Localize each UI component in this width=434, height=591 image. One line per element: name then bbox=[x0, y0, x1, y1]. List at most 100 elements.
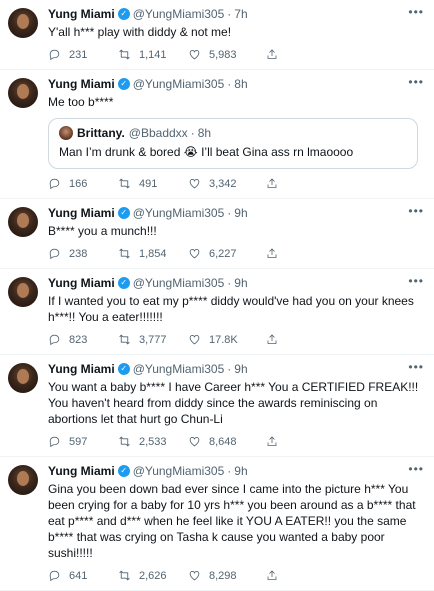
more-options-icon[interactable]: ••• bbox=[408, 6, 424, 18]
tweet-time[interactable]: 9h bbox=[234, 205, 247, 221]
reply-button[interactable]: 597 bbox=[48, 435, 118, 448]
tweet-header: Yung Miami ✓ @YungMiami305 · 9h bbox=[48, 361, 424, 377]
like-count: 8,648 bbox=[209, 435, 237, 448]
retweet-icon bbox=[119, 334, 130, 345]
reply-button[interactable]: 823 bbox=[48, 333, 118, 346]
retweet-icon bbox=[119, 178, 130, 189]
retweet-button[interactable]: 1,141 bbox=[118, 48, 188, 61]
like-button[interactable]: 8,298 bbox=[188, 569, 258, 582]
author-handle[interactable]: @YungMiami305 bbox=[133, 205, 225, 221]
verified-badge-icon: ✓ bbox=[117, 277, 130, 289]
share-icon bbox=[267, 334, 277, 344]
tweet-actions: 823 3,777 17.8K bbox=[48, 333, 348, 346]
tweet[interactable]: Yung Miami ✓ @YungMiami305 · 9h Gina you… bbox=[0, 457, 434, 591]
avatar[interactable] bbox=[8, 277, 38, 307]
like-button[interactable]: 8,648 bbox=[188, 435, 258, 448]
author-handle[interactable]: @YungMiami305 bbox=[133, 463, 225, 479]
author-handle[interactable]: @YungMiami305 bbox=[133, 361, 225, 377]
share-button[interactable] bbox=[266, 247, 286, 260]
separator-dot: · bbox=[190, 126, 195, 140]
retweet-count: 3,777 bbox=[139, 333, 167, 346]
tweet[interactable]: Yung Miami ✓ @YungMiami305 · 9h B**** yo… bbox=[0, 199, 434, 269]
tweet-text: Me too b**** bbox=[48, 95, 114, 109]
share-button[interactable] bbox=[266, 177, 286, 190]
author-name[interactable]: Yung Miami bbox=[48, 205, 115, 221]
reply-icon bbox=[49, 178, 60, 190]
tweet-content: Yung Miami ✓ @YungMiami305 · 8h Me too b… bbox=[48, 76, 424, 192]
retweet-button[interactable]: 1,854 bbox=[118, 247, 188, 260]
reply-button[interactable]: 641 bbox=[48, 569, 118, 582]
like-icon bbox=[189, 571, 200, 581]
like-icon bbox=[189, 335, 200, 345]
reply-icon bbox=[49, 248, 60, 260]
tweet-content: Yung Miami ✓ @YungMiami305 · 9h B**** yo… bbox=[48, 205, 424, 262]
tweet-text: B**** you a munch!!! bbox=[48, 224, 157, 238]
like-button[interactable]: 3,342 bbox=[188, 177, 258, 190]
avatar[interactable] bbox=[8, 8, 38, 38]
author-handle[interactable]: @YungMiami305 bbox=[133, 275, 225, 291]
author-name[interactable]: Yung Miami bbox=[48, 6, 115, 22]
reply-button[interactable]: 238 bbox=[48, 247, 118, 260]
tweet-time[interactable]: 8h bbox=[234, 76, 247, 92]
separator-dot: · bbox=[227, 77, 232, 91]
more-options-icon[interactable]: ••• bbox=[408, 361, 424, 373]
author-name[interactable]: Yung Miami bbox=[48, 361, 115, 377]
tweet[interactable]: Yung Miami ✓ @YungMiami305 · 7h Y'all h*… bbox=[0, 0, 434, 70]
tweet-content: Yung Miami ✓ @YungMiami305 · 7h Y'all h*… bbox=[48, 6, 424, 63]
like-button[interactable]: 6,227 bbox=[188, 247, 258, 260]
tweet-header: Yung Miami ✓ @YungMiami305 · 9h bbox=[48, 205, 424, 221]
quoted-tweet-header: Brittany. @Bbaddxx · 8h bbox=[59, 125, 407, 141]
avatar[interactable] bbox=[8, 78, 38, 108]
share-button[interactable] bbox=[266, 435, 286, 448]
verified-badge-icon: ✓ bbox=[117, 363, 130, 375]
retweet-button[interactable]: 2,533 bbox=[118, 435, 188, 448]
share-icon bbox=[267, 248, 277, 258]
reply-icon bbox=[49, 49, 60, 61]
verified-badge-icon: ✓ bbox=[117, 8, 130, 20]
tweet[interactable]: Yung Miami ✓ @YungMiami305 · 8h Me too b… bbox=[0, 70, 434, 199]
tweet-text: If I wanted you to eat my p**** diddy wo… bbox=[48, 294, 414, 324]
reply-icon bbox=[49, 570, 60, 582]
share-button[interactable] bbox=[266, 569, 286, 582]
avatar[interactable] bbox=[8, 207, 38, 237]
tweet-time[interactable]: 9h bbox=[234, 463, 247, 479]
avatar[interactable] bbox=[8, 465, 38, 495]
tweet-header: Yung Miami ✓ @YungMiami305 · 9h bbox=[48, 275, 424, 291]
share-icon bbox=[267, 178, 277, 188]
share-button[interactable] bbox=[266, 48, 286, 61]
more-options-icon[interactable]: ••• bbox=[408, 463, 424, 475]
author-name[interactable]: Yung Miami bbox=[48, 76, 115, 92]
tweet[interactable]: Yung Miami ✓ @YungMiami305 · 9h You want… bbox=[0, 355, 434, 457]
retweet-button[interactable]: 491 bbox=[118, 177, 188, 190]
reply-button[interactable]: 166 bbox=[48, 177, 118, 190]
retweet-icon bbox=[119, 436, 130, 447]
author-name[interactable]: Yung Miami bbox=[48, 463, 115, 479]
retweet-button[interactable]: 2,626 bbox=[118, 569, 188, 582]
author-handle[interactable]: @YungMiami305 bbox=[133, 76, 225, 92]
tweet-content: Yung Miami ✓ @YungMiami305 · 9h You want… bbox=[48, 361, 424, 450]
like-button[interactable]: 5,983 bbox=[188, 48, 258, 61]
tweet-time[interactable]: 9h bbox=[234, 275, 247, 291]
share-button[interactable] bbox=[266, 333, 286, 346]
author-handle[interactable]: @YungMiami305 bbox=[133, 6, 225, 22]
retweet-button[interactable]: 3,777 bbox=[118, 333, 188, 346]
quoted-tweet[interactable]: Brittany. @Bbaddxx · 8h Man I’m drunk & … bbox=[48, 118, 418, 169]
retweet-count: 1,854 bbox=[139, 247, 167, 260]
tweet[interactable]: Yung Miami ✓ @YungMiami305 · 9h If I wan… bbox=[0, 269, 434, 355]
tweet-header: Yung Miami ✓ @YungMiami305 · 7h bbox=[48, 6, 424, 22]
tweet-actions: 641 2,626 8,298 bbox=[48, 569, 348, 582]
like-icon bbox=[189, 50, 200, 60]
more-options-icon[interactable]: ••• bbox=[408, 76, 424, 88]
like-button[interactable]: 17.8K bbox=[188, 333, 258, 346]
tweet-text: You want a baby b**** I have Career h***… bbox=[48, 380, 419, 426]
tweet-time[interactable]: 9h bbox=[234, 361, 247, 377]
tweet-time[interactable]: 7h bbox=[234, 6, 247, 22]
author-name[interactable]: Yung Miami bbox=[48, 275, 115, 291]
more-options-icon[interactable]: ••• bbox=[408, 205, 424, 217]
retweet-count: 2,626 bbox=[139, 569, 167, 582]
more-options-icon[interactable]: ••• bbox=[408, 275, 424, 287]
avatar[interactable] bbox=[8, 363, 38, 393]
verified-badge-icon: ✓ bbox=[117, 78, 130, 90]
reply-button[interactable]: 231 bbox=[48, 48, 118, 61]
tweet-header: Yung Miami ✓ @YungMiami305 · 9h bbox=[48, 463, 424, 479]
